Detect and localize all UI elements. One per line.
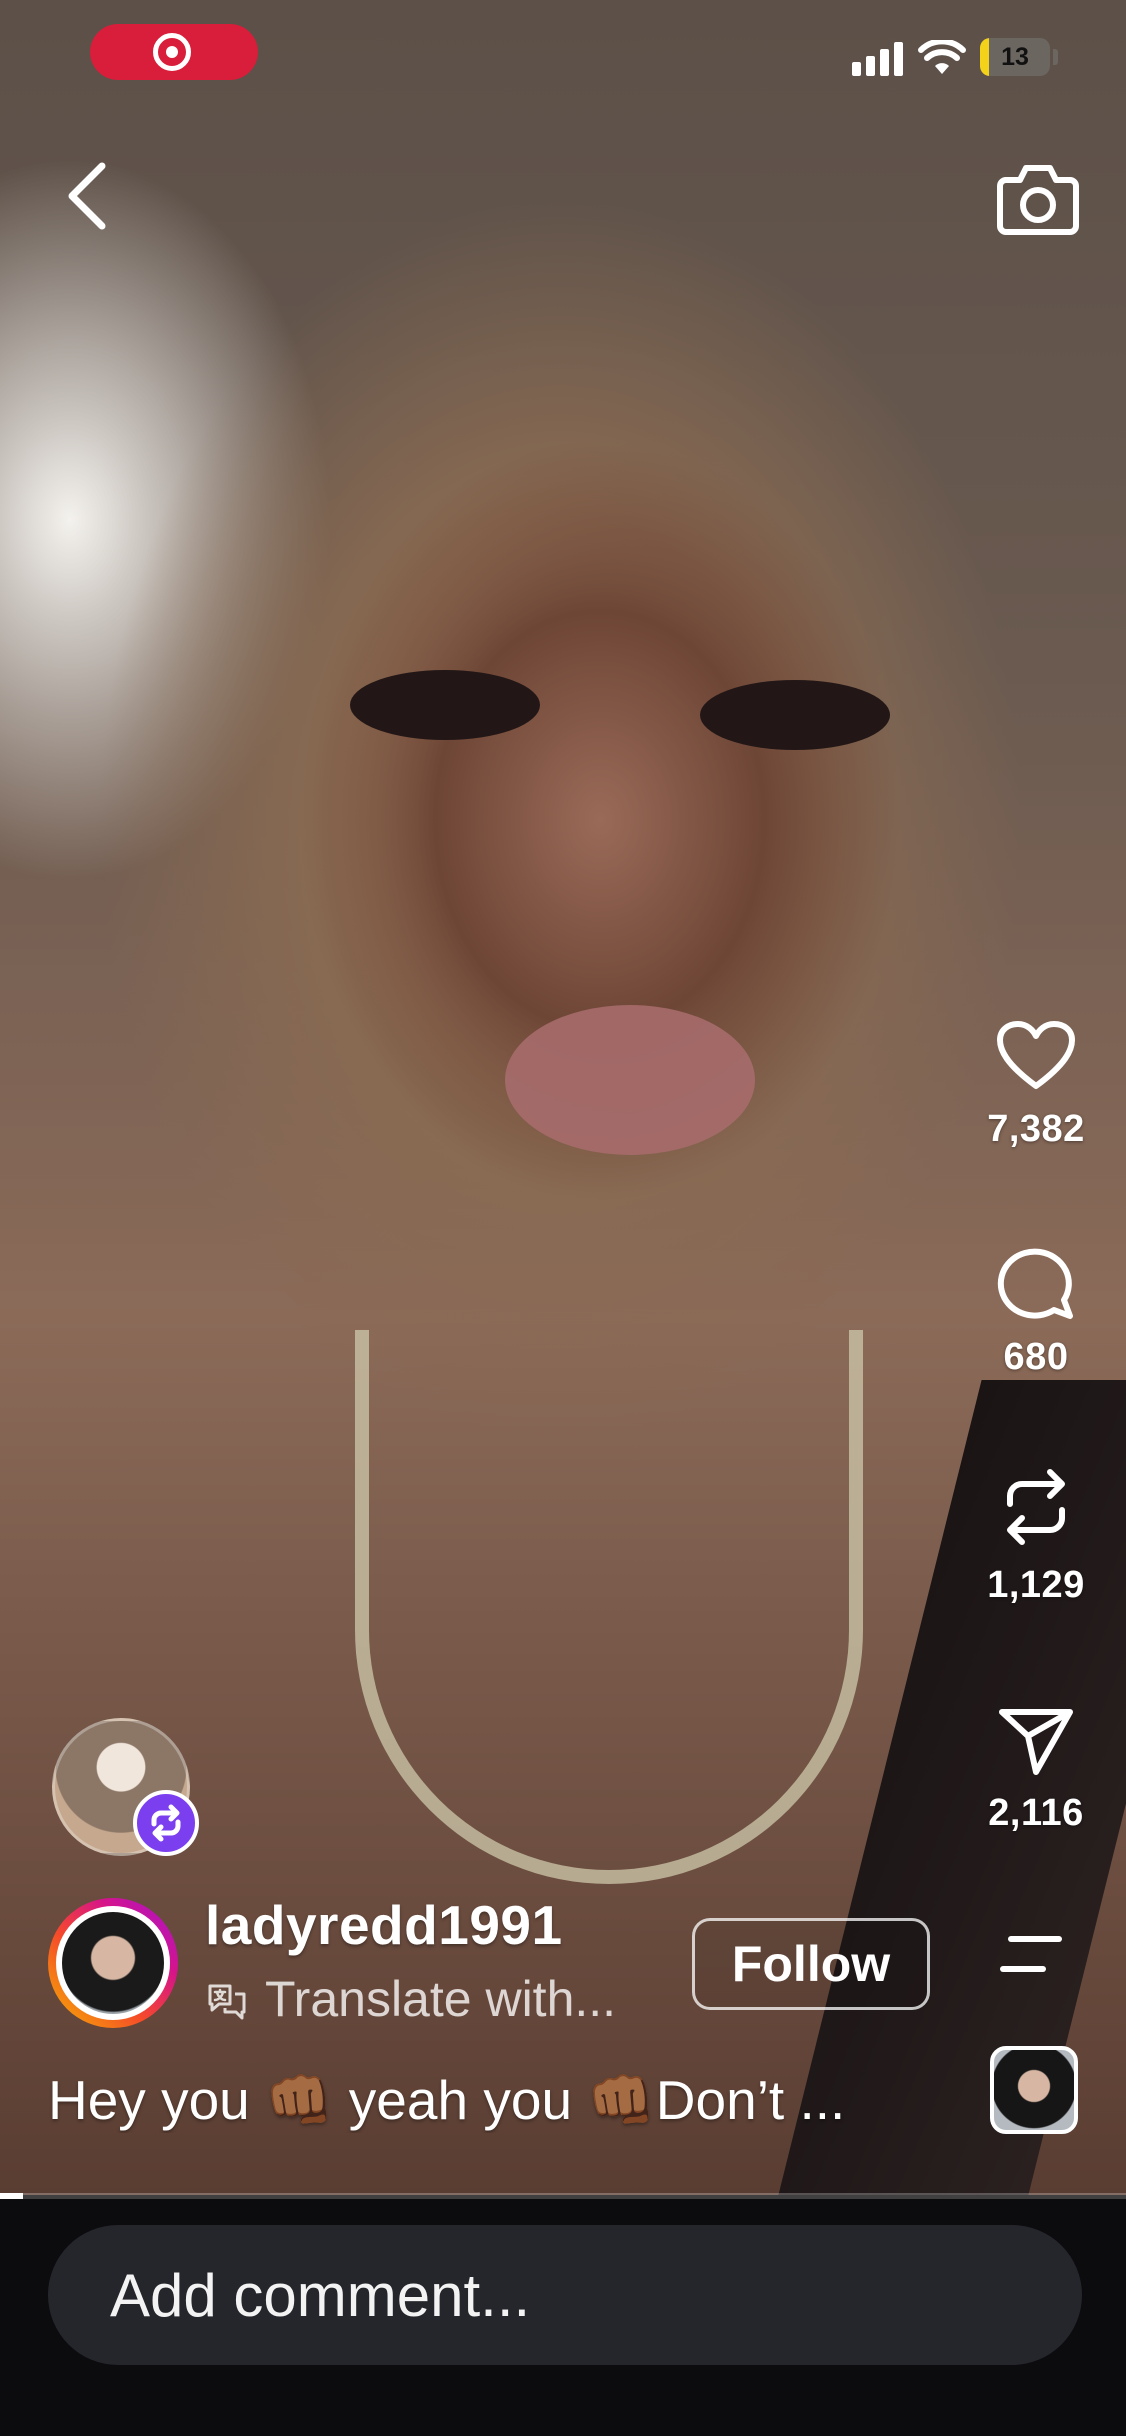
- comment-action[interactable]: 680: [946, 1248, 1126, 1379]
- comment-icon: [997, 1248, 1073, 1319]
- avatar-image: [62, 1912, 164, 2014]
- comment-count: 680: [1003, 1336, 1069, 1378]
- video-necklace: [355, 1330, 863, 1884]
- video-eye-left: [350, 670, 540, 740]
- send-icon: [999, 1709, 1073, 1775]
- video-eye-right: [700, 680, 890, 750]
- status-bar: 13: [0, 20, 1126, 110]
- comment-bar: [0, 2199, 1126, 2436]
- repost-action[interactable]: 1,129: [946, 1466, 1126, 1607]
- post-caption[interactable]: Hey you 👊🏾 yeah you 👊🏾Don’t ...: [48, 2068, 948, 2133]
- heart-icon: [997, 1021, 1075, 1089]
- like-action[interactable]: 7,382: [946, 1020, 1126, 1151]
- reel-screen: 13 7,382 680 1,129 2,116 ladyredd1991 Tr…: [0, 0, 1126, 2436]
- audio-track-thumbnail[interactable]: [990, 2046, 1078, 2134]
- username[interactable]: ladyredd1991: [205, 1893, 563, 1957]
- wifi-icon: [918, 40, 966, 74]
- repost-icon: [1007, 1469, 1065, 1545]
- translate-icon: [208, 1984, 246, 2020]
- camera-icon[interactable]: [996, 160, 1080, 236]
- repost-count: 1,129: [987, 1564, 1085, 1606]
- remix-icon: [151, 1804, 181, 1842]
- video-mouth: [505, 1005, 755, 1155]
- battery-level: 13: [1001, 43, 1029, 71]
- comment-input[interactable]: [48, 2225, 1082, 2365]
- remix-badge: [133, 1790, 199, 1856]
- author-avatar[interactable]: [48, 1898, 178, 2028]
- follow-button[interactable]: Follow: [692, 1918, 930, 2010]
- battery-indicator: 13: [980, 38, 1050, 76]
- cellular-signal-icon: [852, 40, 904, 76]
- record-icon: [153, 33, 191, 71]
- screen-recording-indicator[interactable]: [90, 24, 258, 80]
- translate-link[interactable]: Translate with...: [205, 1970, 616, 2028]
- share-action[interactable]: 2,116: [946, 1704, 1126, 1835]
- translate-label: Translate with...: [265, 1971, 617, 2027]
- chevron-left-icon[interactable]: [58, 158, 118, 234]
- more-options-icon[interactable]: [1000, 1932, 1064, 1976]
- share-count: 2,116: [988, 1792, 1084, 1834]
- battery-tip: [1053, 49, 1058, 65]
- like-count: 7,382: [987, 1108, 1085, 1150]
